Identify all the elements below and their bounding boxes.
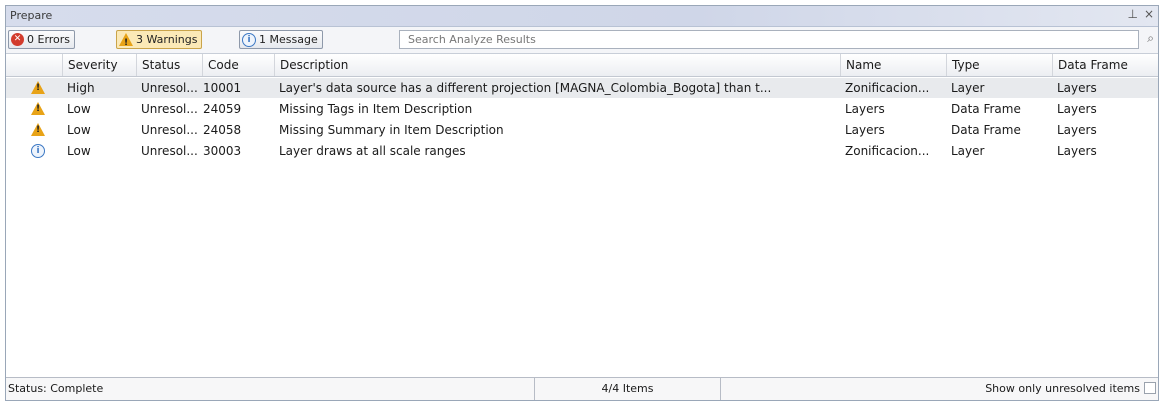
column-header-severity[interactable]: Severity <box>62 54 138 76</box>
table-header: Severity Status Code Description Name Ty… <box>6 54 1158 77</box>
code-cell: 24059 <box>203 102 242 116</box>
unresolved-filter-checkbox[interactable] <box>1144 382 1156 394</box>
table-row[interactable]: High Unresol... 10001 Layer's data sourc… <box>6 78 1158 98</box>
window-title: Prepare <box>10 9 53 22</box>
status-filter-area: Show only unresolved items <box>720 378 1158 400</box>
type-cell: Layer <box>951 81 985 95</box>
name-cell: Layers <box>845 123 885 137</box>
item-count: 4/4 Items <box>534 378 720 400</box>
data-frame-cell: Layers <box>1057 123 1097 137</box>
status-cell: Unresol... <box>141 123 198 137</box>
severity-cell: Low <box>67 102 91 116</box>
data-frame-cell: Layers <box>1057 81 1097 95</box>
description-cell: Layer's data source has a different proj… <box>279 81 772 95</box>
status-cell: Unresol... <box>141 81 198 95</box>
code-cell: 10001 <box>203 81 242 95</box>
column-header-status[interactable]: Status <box>136 54 200 76</box>
severity-cell: High <box>67 81 95 95</box>
info-icon: i <box>31 144 45 158</box>
search-input[interactable]: Search Analyze Results <box>399 30 1139 49</box>
column-header-code[interactable]: Code <box>202 54 272 76</box>
errors-filter-button[interactable]: ✕ 0 Errors <box>8 30 76 49</box>
title-bar: Prepare ⊥ × <box>6 6 1158 27</box>
column-header-name[interactable]: Name <box>840 54 946 76</box>
type-cell: Layer <box>951 144 985 158</box>
data-frame-cell: Layers <box>1057 144 1097 158</box>
name-cell: Layers <box>845 102 885 116</box>
warnings-filter-button[interactable]: 3 Warnings <box>116 30 203 52</box>
data-frame-cell: Layers <box>1057 102 1097 116</box>
errors-label: 0 Errors <box>27 33 71 46</box>
pin-icon[interactable]: ⊥ <box>1127 7 1137 21</box>
type-cell: Data Frame <box>951 102 1021 116</box>
name-cell: Zonificacion... <box>845 144 930 158</box>
description-cell: Layer draws at all scale ranges <box>279 144 466 158</box>
warnings-label: 3 Warnings <box>136 33 198 46</box>
warning-icon <box>31 81 45 94</box>
severity-cell: Low <box>67 123 91 137</box>
messages-filter-button[interactable]: i 1 Message <box>239 30 323 49</box>
name-cell: Zonificacion... <box>845 81 930 95</box>
prepare-window: Prepare ⊥ × ✕ 0 Errors 3 Warnings i 1 Me… <box>5 5 1159 401</box>
status-text: Status: Complete <box>8 382 104 395</box>
severity-cell: Low <box>67 144 91 158</box>
description-cell: Missing Tags in Item Description <box>279 102 473 116</box>
close-icon[interactable]: × <box>1144 7 1154 21</box>
code-cell: 24058 <box>203 123 242 137</box>
table-row[interactable]: Low Unresol... 24059 Missing Tags in Ite… <box>6 99 1158 119</box>
messages-label: 1 Message <box>259 33 318 46</box>
status-cell: Unresol... <box>141 102 198 116</box>
filter-toolbar: ✕ 0 Errors 3 Warnings i 1 Message Search… <box>6 27 1158 54</box>
error-icon: ✕ <box>11 33 24 46</box>
warning-icon <box>31 102 45 115</box>
info-icon: i <box>242 32 256 47</box>
column-header-data-frame[interactable]: Data Frame <box>1052 54 1158 76</box>
results-table: Severity Status Code Description Name Ty… <box>6 54 1158 380</box>
status-cell: Unresol... <box>141 144 198 158</box>
status-bar: Status: Complete 4/4 Items Show only unr… <box>6 377 1158 400</box>
table-row[interactable]: i Low Unresol... 30003 Layer draws at al… <box>6 141 1158 161</box>
warning-icon <box>31 123 45 136</box>
type-cell: Data Frame <box>951 123 1021 137</box>
column-header-description[interactable]: Description <box>274 54 840 76</box>
table-row[interactable]: Low Unresol... 24058 Missing Summary in … <box>6 120 1158 140</box>
column-header-type[interactable]: Type <box>946 54 1052 76</box>
unresolved-filter-label: Show only unresolved items <box>985 382 1140 395</box>
title-bar-controls: ⊥ × <box>1127 7 1154 21</box>
search-icon[interactable]: ⌕ <box>1147 31 1154 46</box>
code-cell: 30003 <box>203 144 242 158</box>
warning-icon <box>119 33 133 52</box>
description-cell: Missing Summary in Item Description <box>279 123 504 137</box>
